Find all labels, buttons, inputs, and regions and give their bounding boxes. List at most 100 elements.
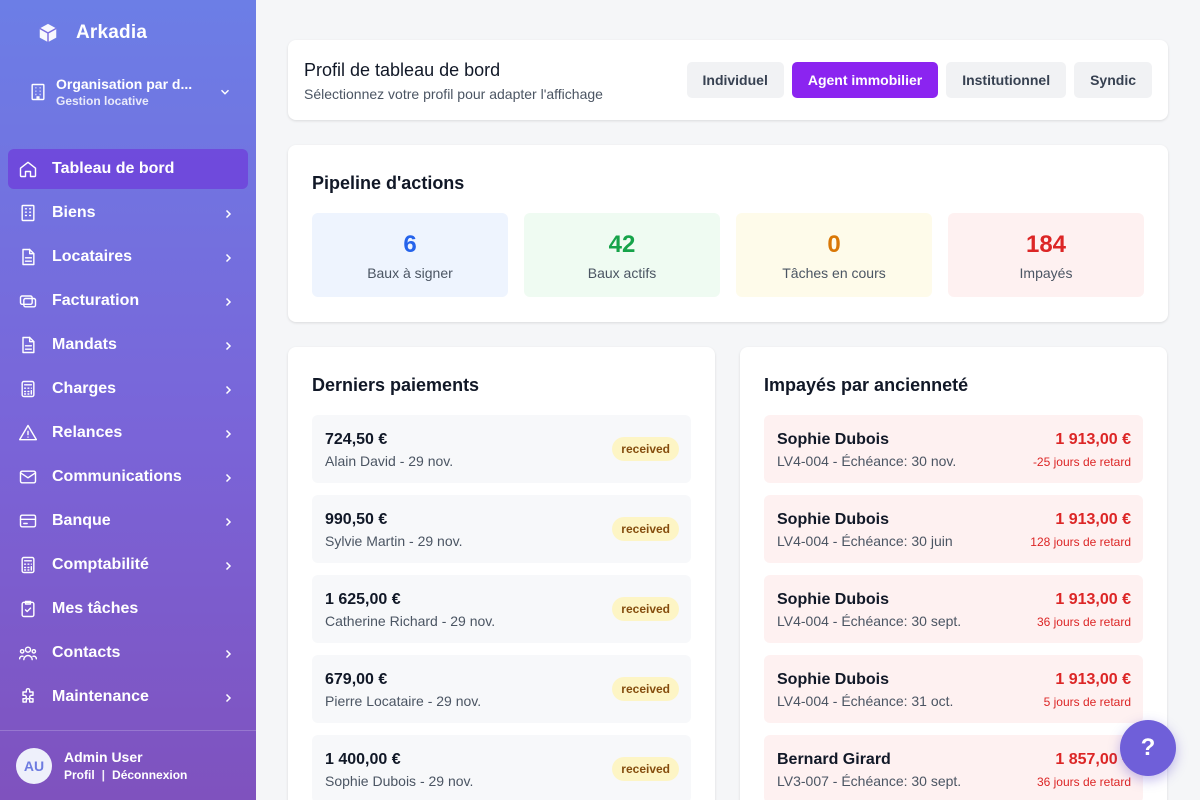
dashboard-profile-card: Profil de tableau de bord Sélectionnez v… (288, 40, 1168, 120)
payment-row[interactable]: 990,50 € Sylvie Martin - 29 nov. received (312, 495, 691, 563)
sidebar-item-biens[interactable]: Biens (8, 193, 248, 233)
payment-amount: 1 625,00 € (325, 591, 401, 608)
payment-row[interactable]: 1 400,00 € Sophie Dubois - 29 nov. receive… (312, 735, 691, 800)
document-icon (18, 247, 38, 267)
arrears-amount: 1 913,00 € (1055, 591, 1131, 608)
stat-label: Baux à signer (367, 265, 453, 281)
payment-amount: 679,00 € (325, 671, 388, 688)
sidebar-nav: Tableau de bord Biens Locataires Facturatio… (8, 149, 248, 721)
arrears-amount: 1 913,00 € (1055, 431, 1131, 448)
organization-selector[interactable]: Organisation par d... Gestion locative (28, 72, 232, 112)
sidebar-item-label: Biens (52, 204, 96, 221)
pipeline-card: Pipeline d'actions 6 Baux à signer 42 Baux … (288, 145, 1168, 322)
payment-row[interactable]: 1 625,00 € Catherine Richard - 29 nov. rec… (312, 575, 691, 643)
arrears-row[interactable]: Sophie Dubois LV4-004 - Échéance: 30 nov.… (764, 415, 1143, 483)
clipboard-check-icon (18, 599, 38, 619)
arrears-row[interactable]: Bernard Girard LV3-007 - Échéance: 30 sep… (764, 735, 1143, 800)
pipeline-stat[interactable]: 6 Baux à signer (312, 213, 508, 297)
link-separator: | (101, 768, 106, 782)
sidebar-item-mandats[interactable]: Mandats (8, 325, 248, 365)
arrears-amount: 1 913,00 € (1055, 671, 1131, 688)
status-badge: received (612, 437, 679, 461)
profile-link[interactable]: Profil (64, 768, 95, 782)
document-icon (18, 335, 38, 355)
sidebar-item-label: Comptabilité (52, 556, 149, 573)
sidebar-item-locataires[interactable]: Locataires (8, 237, 248, 277)
sidebar-item-label: Relances (52, 424, 123, 441)
sidebar-item-banque[interactable]: Banque (8, 501, 248, 541)
lease-due-date: LV3-007 - Échéance: 30 sept. (777, 773, 962, 789)
stat-label: Impayés (1019, 265, 1073, 281)
recent-payments-card: Derniers paiements 724,50 € Alain David -… (288, 347, 715, 800)
lease-due-date: LV4-004 - Échéance: 30 juin (777, 533, 953, 549)
sidebar-item-label: Facturation (52, 292, 140, 309)
tenant-name: Sophie Dubois (777, 591, 889, 608)
sidebar-item-contacts[interactable]: Contacts (8, 633, 248, 673)
profile-option-button[interactable]: Agent immobilier (791, 62, 939, 98)
avatar[interactable]: AU (16, 747, 52, 784)
sidebar: Arkadia Organisation par d... Gestion lo… (0, 0, 256, 800)
stat-value: 0 (827, 231, 841, 258)
payments-list: 724,50 € Alain David - 29 nov. received 990… (312, 415, 691, 800)
sidebar-item-mes-taches[interactable]: Mes tâches (8, 589, 248, 629)
payment-amount: 724,50 € (325, 431, 388, 448)
cards-icon (18, 291, 38, 311)
payment-amount: 990,50 € (325, 511, 388, 528)
arrears-list: Sophie Dubois LV4-004 - Échéance: 30 nov.… (764, 415, 1143, 800)
days-overdue: 36 jours de retard (1036, 775, 1131, 789)
brand[interactable]: Arkadia (36, 20, 147, 46)
payment-row[interactable]: 724,50 € Alain David - 29 nov. received (312, 415, 691, 483)
stat-value: 6 (403, 231, 417, 258)
sidebar-item-tableau-de-bord[interactable]: Tableau de bord (8, 149, 248, 189)
building-icon (28, 82, 48, 102)
sidebar-item-comptabilite[interactable]: Comptabilité (8, 545, 248, 585)
chevron-right-icon (222, 691, 234, 703)
chevron-right-icon (222, 207, 234, 219)
payment-meta: Alain David - 29 nov. (325, 453, 454, 469)
pipeline-stat[interactable]: 42 Baux actifs (524, 213, 720, 297)
arrears-row[interactable]: Sophie Dubois LV4-004 - Échéance: 30 sept… (764, 575, 1143, 643)
logout-link[interactable]: Déconnexion (112, 768, 187, 782)
sidebar-item-label: Locataires (52, 248, 133, 265)
days-overdue: -25 jours de retard (1032, 455, 1131, 469)
sidebar-item-label: Charges (52, 380, 117, 397)
sidebar-item-maintenance[interactable]: Maintenance (8, 677, 248, 717)
building-icon (18, 203, 38, 223)
profile-title: Profil de tableau de bord (304, 60, 501, 80)
lease-due-date: LV4-004 - Échéance: 30 nov. (777, 453, 957, 469)
status-badge: received (612, 597, 679, 621)
profile-option-button[interactable]: Syndic (1074, 62, 1152, 98)
sidebar-item-label: Mandats (52, 336, 117, 353)
profile-option-button[interactable]: Individuel (686, 62, 784, 98)
chevron-right-icon (222, 251, 234, 263)
sidebar-item-communications[interactable]: Communications (8, 457, 248, 497)
tenant-name: Bernard Girard (777, 751, 891, 768)
pipeline-title: Pipeline d'actions (312, 173, 465, 193)
payment-row[interactable]: 679,00 € Pierre Locataire - 29 nov. receiv… (312, 655, 691, 723)
arrears-row[interactable]: Sophie Dubois LV4-004 - Échéance: 31 oct.… (764, 655, 1143, 723)
sidebar-item-relances[interactable]: Relances (8, 413, 248, 453)
app-name: Arkadia (76, 22, 148, 43)
sidebar-item-label: Mes tâches (52, 600, 139, 617)
payment-meta: Sylvie Martin - 29 nov. (325, 533, 463, 549)
payment-meta: Sophie Dubois - 29 nov. (325, 773, 474, 789)
profile-option-button[interactable]: Institutionnel (946, 62, 1067, 98)
status-badge: received (612, 757, 679, 781)
arrears-row[interactable]: Sophie Dubois LV4-004 - Échéance: 30 juin… (764, 495, 1143, 563)
profile-subtitle: Sélectionnez votre profil pour adapter l… (304, 86, 603, 102)
puzzle-icon (18, 687, 38, 707)
stat-value: 184 (1025, 231, 1067, 258)
status-badge: received (612, 517, 679, 541)
status-badge: received (612, 677, 679, 701)
chevron-right-icon (222, 471, 234, 483)
payment-meta: Pierre Locataire - 29 nov. (325, 693, 482, 709)
payment-meta: Catherine Richard - 29 nov. (325, 613, 496, 629)
help-button[interactable]: ? (1120, 720, 1176, 776)
pipeline-stat[interactable]: 184 Impayés (948, 213, 1144, 297)
chevron-down-icon (218, 85, 232, 99)
sidebar-item-charges[interactable]: Charges (8, 369, 248, 409)
sidebar-item-facturation[interactable]: Facturation (8, 281, 248, 321)
pipeline-stat[interactable]: 0 Tâches en cours (736, 213, 932, 297)
pipeline-stats: 6 Baux à signer 42 Baux actifs 0 Tâches en co… (312, 213, 1144, 297)
chevron-right-icon (222, 295, 234, 307)
